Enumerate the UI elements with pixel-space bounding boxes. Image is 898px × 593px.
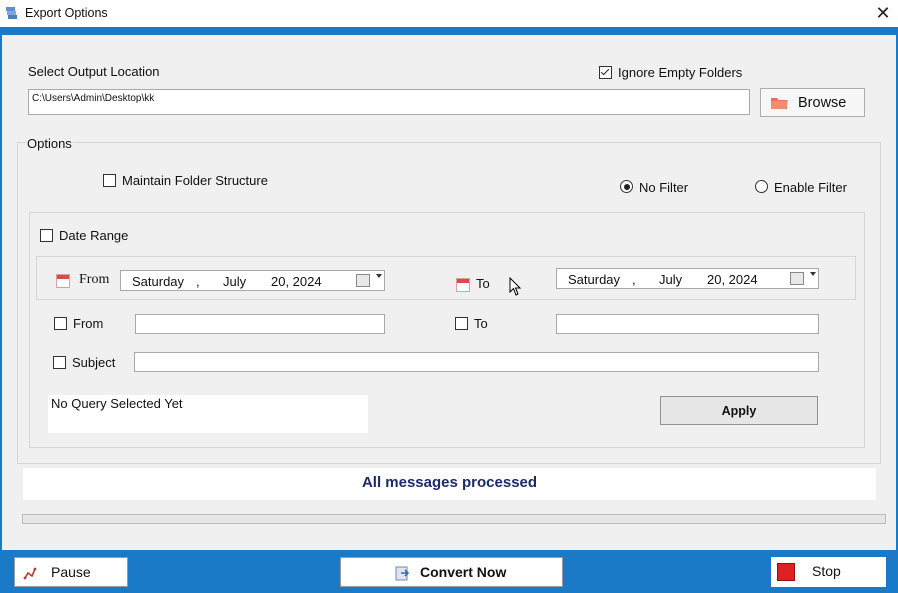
from-date-picker[interactable]: Saturday , July 20, 2024 xyxy=(120,270,385,291)
no-filter-radio[interactable] xyxy=(620,180,633,193)
date-range-checkbox[interactable] xyxy=(40,229,53,242)
window-border-left xyxy=(0,35,2,550)
stop-button[interactable]: Stop xyxy=(771,557,886,587)
date-range-label: Date Range xyxy=(59,228,129,243)
to-calendar-dropdown-icon[interactable] xyxy=(790,272,804,285)
pause-button[interactable]: Pause xyxy=(14,557,128,587)
status-panel: All messages processed xyxy=(23,468,876,500)
enable-filter-radio[interactable] xyxy=(755,180,768,193)
from-filter-label: From xyxy=(73,316,104,331)
browse-label: Browse xyxy=(798,95,847,111)
maintain-folder-structure-checkbox[interactable] xyxy=(103,174,116,187)
window-title: Export Options xyxy=(25,6,108,20)
query-display: No Query Selected Yet xyxy=(48,395,368,433)
mouse-cursor-icon xyxy=(509,277,522,296)
to-date-label: To xyxy=(476,276,490,291)
stop-icon xyxy=(777,563,795,581)
app-icon xyxy=(6,7,17,19)
options-group-label: Options xyxy=(26,136,73,151)
to-filter-label: To xyxy=(474,316,488,331)
close-icon[interactable]: ✕ xyxy=(868,0,898,27)
browse-button[interactable]: Browse xyxy=(760,88,865,117)
output-path-input[interactable]: C:\Users\Admin\Desktop\kk xyxy=(28,89,750,115)
progress-bar xyxy=(22,514,886,524)
chevron-down-icon xyxy=(810,272,816,276)
from-date-label: From xyxy=(79,272,110,287)
query-text: No Query Selected Yet xyxy=(51,396,183,411)
output-location-label: Select Output Location xyxy=(28,64,160,79)
stop-label: Stop xyxy=(812,563,841,579)
chevron-down-icon xyxy=(376,274,382,278)
subject-filter-label: Subject xyxy=(72,355,116,370)
calendar-icon xyxy=(456,278,470,292)
to-date-date: 20, 2024 xyxy=(707,272,758,287)
calendar-icon xyxy=(56,274,70,288)
to-date-day: Saturday xyxy=(568,272,621,287)
pause-icon xyxy=(23,567,37,580)
maintain-folder-structure-label: Maintain Folder Structure xyxy=(122,173,268,188)
ignore-empty-folders-label: Ignore Empty Folders xyxy=(618,65,743,80)
to-date-month: July xyxy=(659,272,683,287)
folder-icon xyxy=(771,98,788,109)
convert-now-label: Convert Now xyxy=(420,564,507,580)
from-calendar-dropdown-icon[interactable] xyxy=(356,274,370,287)
title-bar: Export Options ✕ xyxy=(0,0,898,27)
from-filter-input[interactable] xyxy=(135,314,385,334)
to-date-picker[interactable]: Saturday , July 20, 2024 xyxy=(556,268,819,289)
ignore-empty-folders-checkbox[interactable] xyxy=(599,66,612,79)
apply-button[interactable]: Apply xyxy=(660,396,818,425)
from-date-date: 20, 2024 xyxy=(271,274,322,289)
from-filter-checkbox[interactable] xyxy=(54,317,67,330)
from-date-month: July xyxy=(223,274,247,289)
subject-filter-input[interactable] xyxy=(134,352,819,372)
pause-label: Pause xyxy=(51,564,91,580)
no-filter-label: No Filter xyxy=(639,180,689,195)
to-date-sep: , xyxy=(632,272,636,287)
enable-filter-label: Enable Filter xyxy=(774,180,847,195)
convert-now-button[interactable]: Convert Now xyxy=(340,557,563,587)
to-filter-input[interactable] xyxy=(556,314,819,334)
status-message: All messages processed xyxy=(361,474,538,491)
to-filter-checkbox[interactable] xyxy=(455,317,468,330)
convert-icon xyxy=(395,566,410,581)
from-date-day: Saturday xyxy=(132,274,185,289)
subject-filter-checkbox[interactable] xyxy=(53,356,66,369)
from-date-sep: , xyxy=(196,274,200,289)
header-band xyxy=(0,27,898,35)
